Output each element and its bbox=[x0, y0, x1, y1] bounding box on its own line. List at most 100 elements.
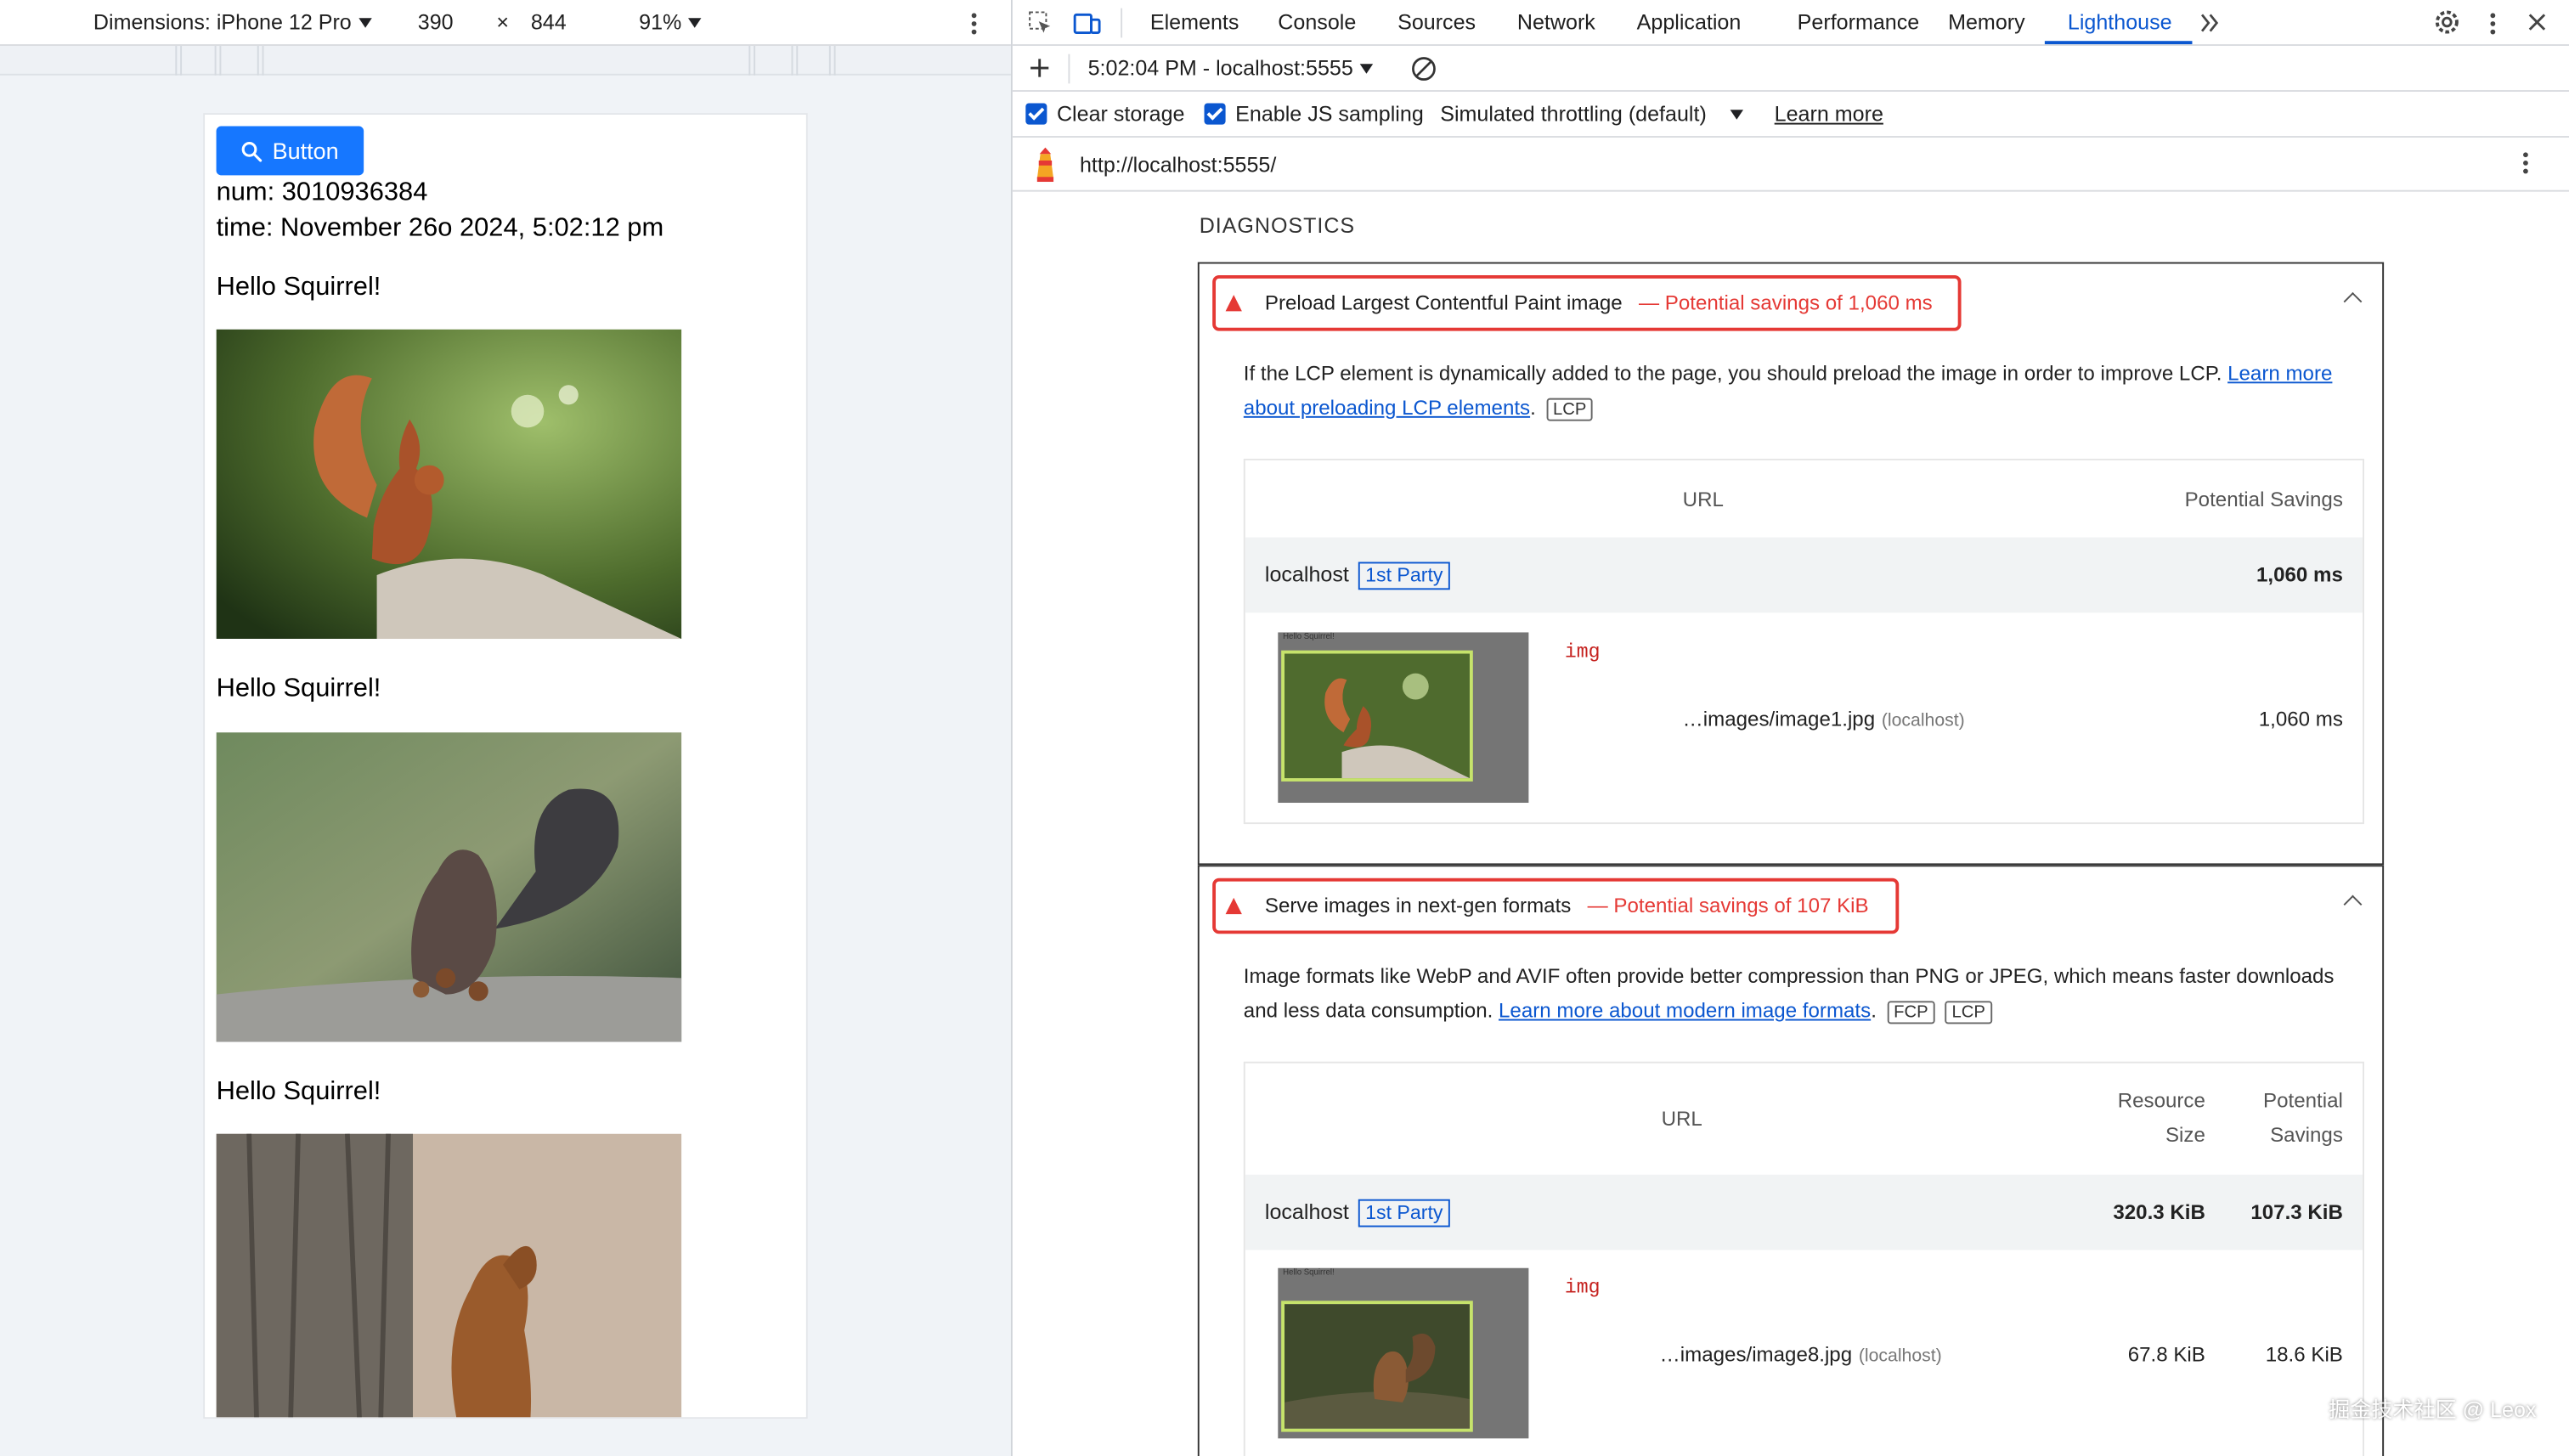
tab-lighthouse[interactable]: Lighthouse bbox=[2068, 10, 2172, 35]
more-options-icon[interactable] bbox=[971, 13, 977, 37]
column-header: Potential Savings bbox=[2184, 488, 2343, 511]
js-sampling-label: Enable JS sampling bbox=[1235, 101, 1424, 127]
audit-header[interactable]: Serve images in next-gen formats — Poten… bbox=[1212, 878, 1899, 934]
js-sampling-checkbox[interactable] bbox=[1204, 103, 1226, 125]
item-size: 67.8 KiB bbox=[2127, 1343, 2205, 1367]
active-tab-indicator bbox=[2044, 41, 2193, 45]
thumb-caption: Hello Squirrel! bbox=[1283, 632, 1335, 643]
device-viewport: Button num: 3010936384 time: November 26… bbox=[203, 113, 808, 1419]
lighthouse-settings-bar: Clear storage Enable JS sampling Simulat… bbox=[1012, 92, 2569, 138]
more-options-icon[interactable] bbox=[2490, 13, 2496, 37]
metric-chip: LCP bbox=[1945, 1001, 1992, 1024]
chevron-down-icon bbox=[358, 18, 371, 28]
row-savings: 107.3 KiB bbox=[2250, 1200, 2343, 1224]
devtools-tabbar: Elements Console Sources Network Applica… bbox=[1012, 0, 2569, 47]
audit-title: Preload Largest Contentful Paint image bbox=[1264, 291, 1623, 315]
element-tag: img bbox=[1564, 1276, 1601, 1300]
clear-storage-label: Clear storage bbox=[1056, 101, 1185, 127]
host-label: localhost bbox=[1264, 562, 1349, 587]
clear-storage-checkbox[interactable] bbox=[1025, 103, 1047, 125]
element-tag: img bbox=[1564, 641, 1601, 664]
tab-application[interactable]: Application bbox=[1637, 10, 1742, 35]
audit-title: Serve images in next-gen formats bbox=[1264, 894, 1572, 918]
device-dimensions-select[interactable]: Dimensions: iPhone 12 Pro bbox=[93, 10, 371, 35]
zoom-select[interactable]: 91% bbox=[639, 10, 702, 35]
report-select[interactable]: 5:02:04 PM - localhost:5555 bbox=[1088, 56, 1373, 81]
plus-icon[interactable] bbox=[1029, 58, 1050, 79]
section-title: DIAGNOSTICS bbox=[1199, 212, 1356, 238]
chevron-down-icon bbox=[1729, 110, 1743, 120]
learn-more-link[interactable]: Learn more about modern image formats bbox=[1499, 999, 1871, 1022]
num-text: num: 3010936384 bbox=[216, 178, 428, 207]
device-toolbar-icon[interactable] bbox=[1073, 10, 1101, 37]
report-url-bar: http://localhost:5555/ bbox=[1012, 138, 2569, 192]
tab-memory[interactable]: Memory bbox=[1948, 10, 2025, 35]
audit-next-gen-formats: Serve images in next-gen formats — Poten… bbox=[1197, 865, 2385, 1456]
row-size: 320.3 KiB bbox=[2113, 1200, 2205, 1224]
metric-chip: LCP bbox=[1546, 398, 1594, 421]
clear-icon[interactable] bbox=[1411, 56, 1437, 82]
report-options-icon[interactable] bbox=[2523, 152, 2528, 177]
lighthouse-toolbar: 5:02:04 PM - localhost:5555 bbox=[1012, 46, 2569, 93]
device-toolbar: Dimensions: iPhone 12 Pro 390 × 844 91% bbox=[0, 0, 1011, 47]
squirrel-image bbox=[216, 732, 682, 1042]
audit-table: URL Potential Savings localhost 1st Party… bbox=[1243, 459, 2364, 825]
party-badge: 1st Party bbox=[1358, 562, 1450, 590]
audit-header[interactable]: Preload Largest Contentful Paint image —… bbox=[1212, 275, 1962, 331]
watermark: 掘金技术社区 @ Leox bbox=[2329, 1397, 2537, 1423]
settings-gear-icon[interactable] bbox=[2433, 8, 2461, 37]
tab-network[interactable]: Network bbox=[1517, 10, 1595, 35]
close-icon[interactable] bbox=[2527, 12, 2548, 33]
item-savings: 18.6 KiB bbox=[2265, 1343, 2343, 1367]
more-tabs-icon[interactable] bbox=[2199, 12, 2222, 35]
thumb-highlight bbox=[1281, 650, 1473, 782]
column-header: URL bbox=[1661, 1107, 1702, 1131]
tab-console[interactable]: Console bbox=[1278, 10, 1356, 35]
media-query-ruler bbox=[0, 46, 1011, 76]
row-savings: 1,060 ms bbox=[2256, 563, 2343, 587]
resource-url[interactable]: …images/image1.jpg (localhost) bbox=[1683, 708, 1965, 731]
chevron-down-icon bbox=[688, 18, 702, 28]
warning-triangle-icon bbox=[1225, 295, 1242, 312]
audit-savings: — Potential savings of 107 KiB bbox=[1587, 894, 1869, 918]
element-screenshot[interactable]: Hello Squirrel! bbox=[1278, 1267, 1529, 1439]
learn-more-link[interactable]: Learn more bbox=[1775, 102, 1883, 127]
greeting-text: Hello Squirrel! bbox=[216, 674, 381, 703]
table-row: localhost 1st Party 1,060 ms bbox=[1245, 537, 2363, 613]
search-icon bbox=[242, 141, 263, 161]
column-header: URL bbox=[1682, 488, 1724, 511]
collapse-chevron-icon[interactable] bbox=[2343, 894, 2363, 914]
collapse-chevron-icon[interactable] bbox=[2343, 291, 2363, 311]
device-width-input[interactable]: 390 bbox=[418, 10, 454, 35]
devtools-panel: Elements Console Sources Network Applica… bbox=[1012, 0, 2569, 1456]
lighthouse-report: DIAGNOSTICS Preload Largest Contentful P… bbox=[1013, 192, 2569, 1456]
tab-elements[interactable]: Elements bbox=[1150, 10, 1239, 35]
element-screenshot[interactable]: Hello Squirrel! bbox=[1278, 632, 1529, 804]
column-header: Resource bbox=[2117, 1089, 2205, 1113]
primary-button[interactable]: Button bbox=[216, 126, 364, 176]
throttling-select[interactable]: Simulated throttling (default) bbox=[1440, 102, 1743, 127]
column-header: Size bbox=[2165, 1124, 2205, 1148]
lighthouse-icon bbox=[1036, 147, 1054, 183]
greeting-text: Hello Squirrel! bbox=[216, 1078, 381, 1106]
audit-description: If the LCP element is dynamically added … bbox=[1243, 362, 2333, 421]
metric-chip: FCP bbox=[1887, 1001, 1935, 1024]
item-savings: 1,060 ms bbox=[2258, 708, 2343, 731]
chevron-down-icon bbox=[1359, 64, 1373, 74]
button-label: Button bbox=[272, 138, 339, 164]
column-header: Potential bbox=[2263, 1089, 2343, 1113]
device-height-input[interactable]: 844 bbox=[531, 10, 567, 35]
squirrel-image bbox=[216, 329, 682, 640]
host-label: localhost bbox=[1264, 1199, 1349, 1224]
thumb-caption: Hello Squirrel! bbox=[1283, 1267, 1335, 1278]
table-row: localhost 1st Party 320.3 KiB 107.3 KiB bbox=[1245, 1174, 2363, 1250]
tab-performance[interactable]: Performance bbox=[1798, 10, 1920, 35]
greeting-text: Hello Squirrel! bbox=[216, 274, 381, 302]
audit-description: Image formats like WebP and AVIF often p… bbox=[1243, 964, 2335, 1024]
resource-url[interactable]: …images/image8.jpg (localhost) bbox=[1660, 1343, 1942, 1366]
audit-savings: — Potential savings of 1,060 ms bbox=[1638, 291, 1933, 315]
squirrel-image bbox=[216, 1133, 682, 1418]
tab-sources[interactable]: Sources bbox=[1397, 10, 1476, 35]
party-badge: 1st Party bbox=[1358, 1199, 1450, 1227]
inspect-element-icon[interactable] bbox=[1027, 10, 1053, 37]
